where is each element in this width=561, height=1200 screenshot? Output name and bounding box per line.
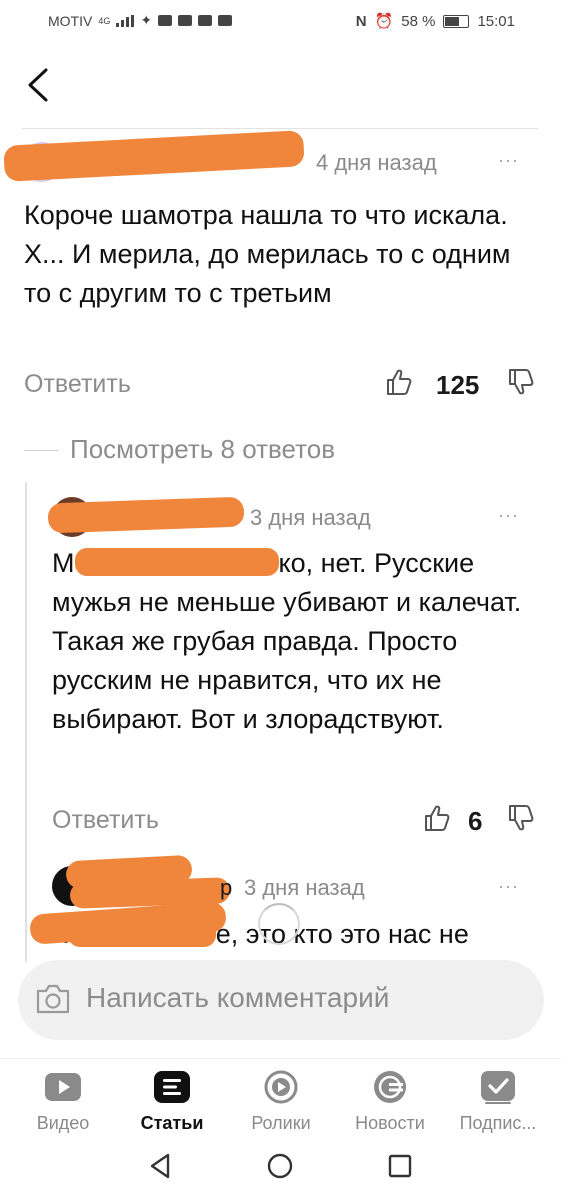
reply-button[interactable]: Ответить: [52, 806, 159, 835]
app-notification-icon: [158, 15, 173, 26]
more-icon[interactable]: ···: [498, 150, 519, 171]
comment-time: 4 дня назад: [316, 150, 437, 175]
comment-text: Короче шамотра нашла то что искала. Х...…: [24, 200, 511, 308]
status-left: MOTIV 4G ✦: [48, 12, 233, 29]
thumbs-up-icon[interactable]: [386, 368, 412, 396]
reply-text-rest: е, это кто это нас не: [215, 919, 469, 949]
back-triangle-icon[interactable]: [144, 1150, 176, 1182]
redacted-author-name: [47, 496, 245, 534]
subscriptions-icon: [481, 1071, 515, 1104]
reply-time: 3 дня назад: [244, 875, 365, 900]
recents-square-icon[interactable]: [384, 1150, 416, 1182]
battery-percent: 58 %: [401, 12, 436, 30]
app-notification-icon: [218, 15, 233, 26]
reply-button[interactable]: Ответить: [24, 370, 131, 399]
battery-icon: [443, 14, 470, 28]
app-notification-icon: [198, 15, 213, 26]
comment-input-placeholder: Написать комментарий: [86, 982, 390, 1013]
nav-articles[interactable]: Статьи: [117, 1067, 227, 1133]
clips-icon: [264, 1070, 298, 1104]
reply-author-end: р: [220, 875, 233, 900]
nav-label: Подпис...: [459, 1113, 537, 1133]
articles-icon: [154, 1071, 190, 1103]
reply-text: Мко, нет. Русские мужья не меньше убиваю…: [52, 544, 532, 739]
more-icon[interactable]: ···: [498, 505, 519, 526]
loading-spinner: [258, 903, 300, 945]
like-count: 6: [468, 806, 483, 836]
nav-label: Ролики: [251, 1113, 311, 1133]
clock: 15:01: [477, 12, 515, 30]
reply-text-start: М: [52, 548, 75, 578]
thumbs-up-icon[interactable]: [424, 804, 450, 832]
redacted-author-name: [3, 130, 305, 182]
nav-label: Новости: [355, 1113, 425, 1133]
alarm-icon: ⏰: [374, 13, 394, 30]
news-icon: [374, 1071, 406, 1103]
like-count: 125: [436, 370, 480, 400]
reply-time: 3 дня назад: [250, 505, 371, 530]
view-replies-button[interactable]: Посмотреть 8 ответов: [70, 434, 335, 465]
thumbs-down-icon[interactable]: [508, 804, 534, 832]
comment-input[interactable]: Написать комментарий: [18, 960, 544, 1040]
thread-line: [25, 482, 27, 962]
camera-icon[interactable]: [34, 982, 72, 1016]
more-icon[interactable]: ···: [498, 876, 519, 897]
nfc-icon: N: [355, 12, 367, 30]
home-circle-icon[interactable]: [264, 1150, 296, 1182]
status-right: N ⏰ 58 % 15:01: [355, 12, 515, 31]
nav-news[interactable]: Новости: [335, 1067, 445, 1133]
redacted-name: [74, 548, 279, 576]
nav-clips[interactable]: Ролики: [226, 1067, 336, 1133]
carrier-name: MOTIV: [48, 12, 93, 29]
replies-divider: [24, 450, 58, 451]
header-divider: [22, 128, 538, 129]
nav-subscriptions[interactable]: Подпис...: [443, 1067, 553, 1133]
app-notification-icon: [178, 15, 193, 26]
nav-video[interactable]: Видео: [8, 1067, 118, 1133]
nav-label: Видео: [36, 1113, 90, 1133]
chevron-left-icon: [28, 68, 48, 102]
notification-icon: ✦: [140, 12, 153, 28]
video-icon: [45, 1073, 81, 1101]
signal-icon: [116, 14, 135, 27]
bottom-nav: Видео Статьи Ролики Новости Подпис...: [0, 1058, 561, 1137]
thumbs-down-icon[interactable]: [508, 368, 534, 396]
back-button[interactable]: [20, 60, 60, 110]
system-nav-bar: [0, 1136, 561, 1200]
status-bar: MOTIV 4G ✦ N ⏰ 58 % 15:01: [0, 0, 561, 44]
nav-label: Статьи: [140, 1113, 204, 1133]
network-type: 4G: [98, 15, 111, 26]
